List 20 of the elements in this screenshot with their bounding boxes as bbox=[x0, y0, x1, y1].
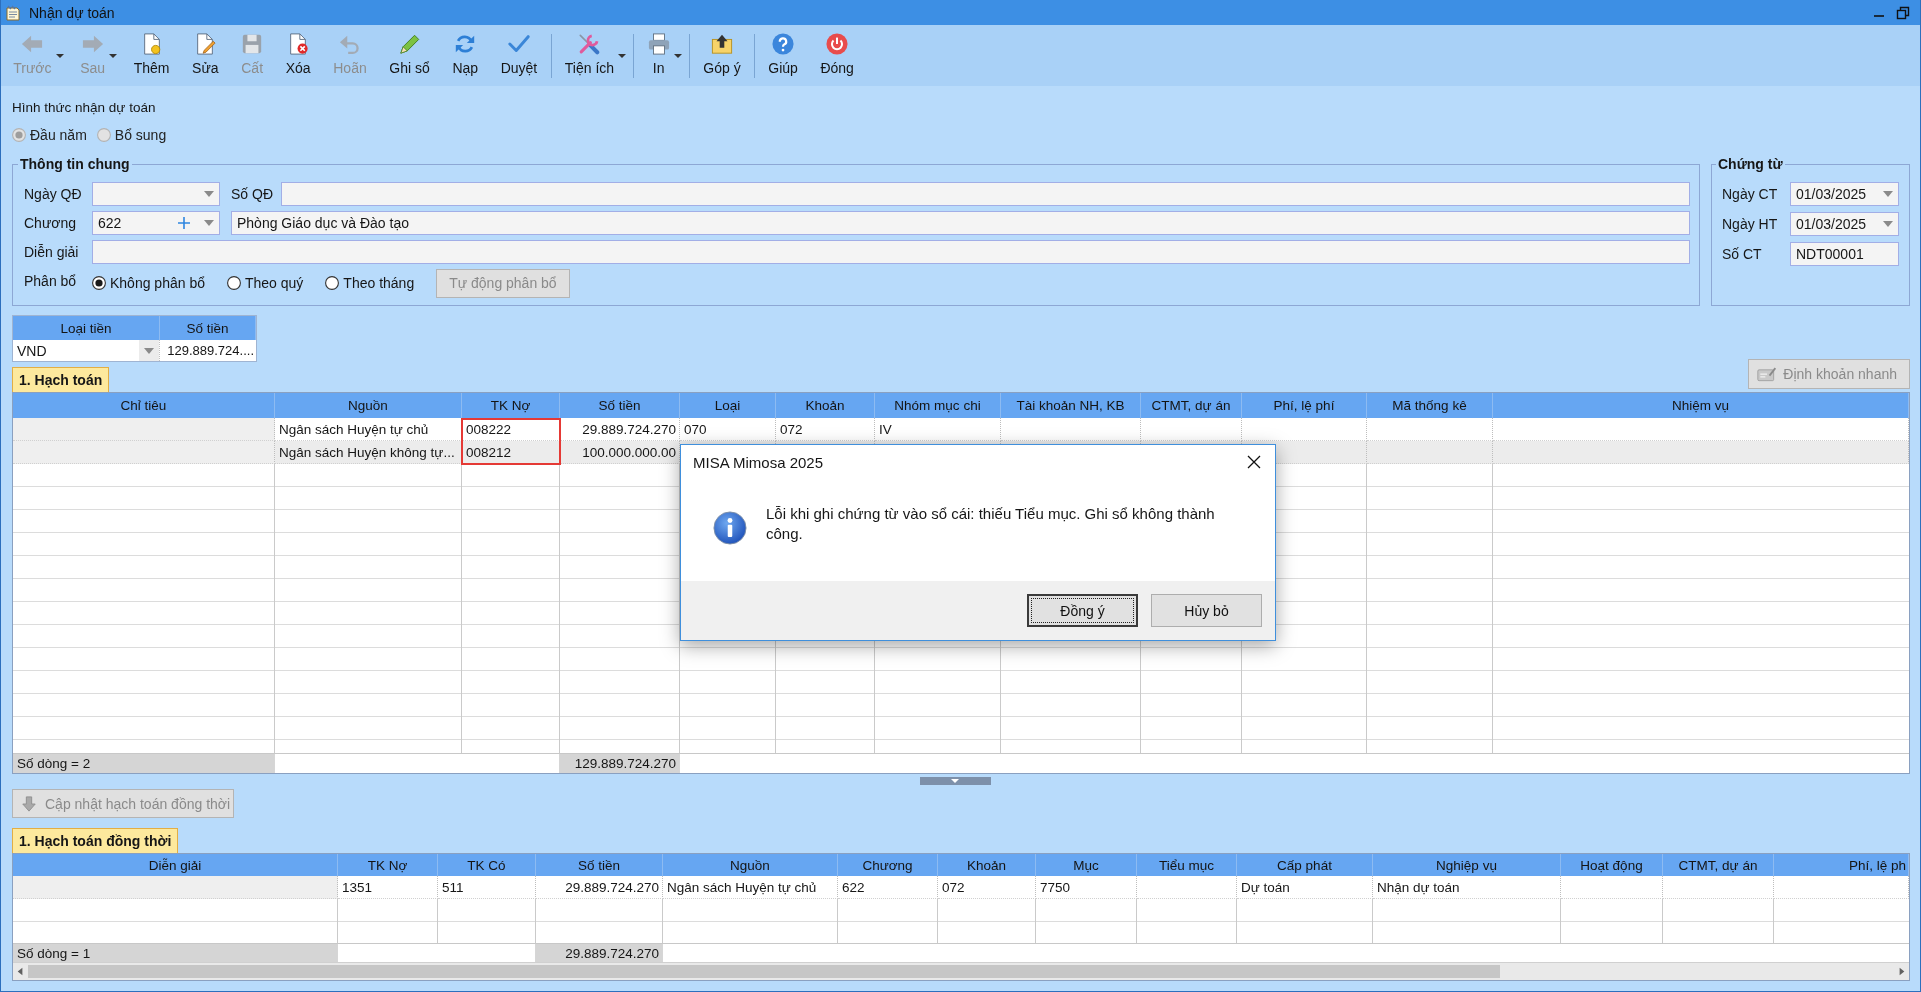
field-label: Số CT bbox=[1722, 246, 1762, 262]
dialog-message: Lỗi khi ghi chứng từ vào sổ cái: thiếu Tiểu mục. Ghi sổ không thành công. bbox=[766, 504, 1216, 544]
group-title: Chứng từ bbox=[1717, 156, 1784, 172]
group-title: Thông tin chung bbox=[19, 156, 131, 172]
row-count: Số dòng = 2 bbox=[13, 754, 275, 773]
field-label: Chương bbox=[24, 215, 77, 231]
window-title: Nhận dự toán bbox=[29, 4, 115, 21]
field-label: Số QĐ bbox=[231, 186, 273, 202]
field-label: Ngày HT bbox=[1722, 216, 1778, 232]
field-label: Ngày CT bbox=[1722, 186, 1778, 202]
field-label: Ngày QĐ bbox=[24, 186, 82, 202]
field-label: Phân bổ bbox=[24, 273, 77, 289]
row-count: Số dòng = 1 bbox=[13, 944, 338, 962]
table-cell-text: 129.889.724.... bbox=[166, 342, 255, 360]
section-label: Hình thức nhận dự toán bbox=[12, 99, 156, 116]
total-amount: 129.889.724.270 bbox=[560, 754, 680, 773]
field-label: Diễn giải bbox=[24, 244, 79, 260]
table-cell: 008212 bbox=[462, 441, 560, 464]
dialog-title: MISA Mimosa 2025 bbox=[693, 453, 824, 471]
total-amount: 29.889.724.270 bbox=[536, 944, 663, 962]
